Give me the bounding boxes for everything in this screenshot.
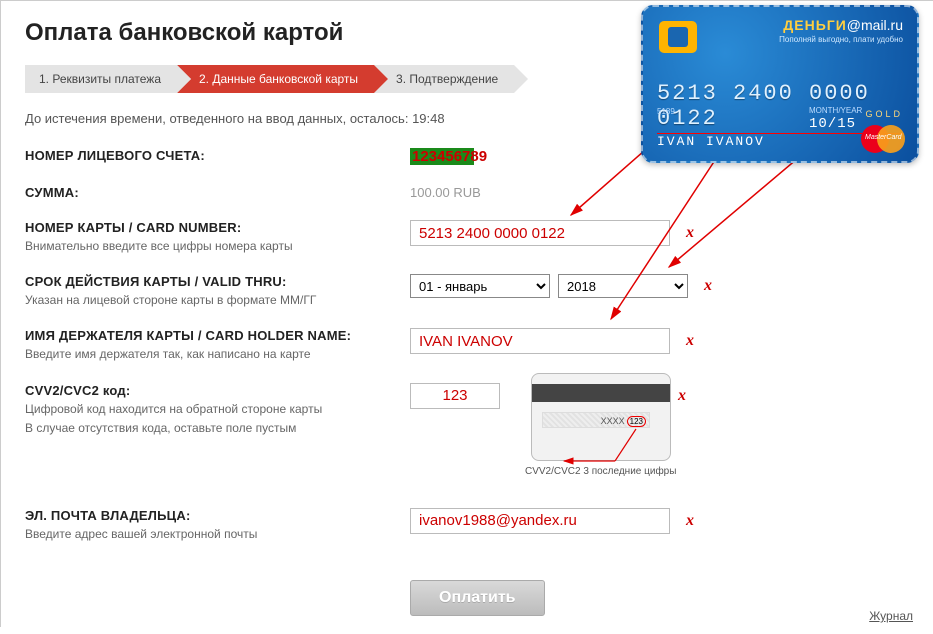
card-brand: ДЕНЬГИ@mail.ru [783,17,903,33]
clear-holder-icon[interactable]: x [686,332,694,350]
email-input[interactable] [410,508,670,534]
card-gold: GOLD [865,109,903,119]
valid-thru-hint: Указан на лицевой стороне карты в формат… [25,292,398,308]
cvv-input[interactable] [410,383,500,409]
chip-icon [659,21,697,53]
expiry-year-select[interactable]: 2018 [558,274,688,298]
signature-strip: XXXX123 [542,412,650,428]
card-row4: 5189 [657,107,675,116]
clear-email-icon[interactable]: x [686,512,694,530]
magstripe [532,384,670,402]
holder-input[interactable] [410,328,670,354]
holder-label: ИМЯ ДЕРЖАТЕЛЯ КАРТЫ / CARD HOLDER NAME: [25,328,398,343]
holder-hint: Введите имя держателя так, как написано … [25,346,398,362]
card-illustration-holder: IVAN IVANOV [657,134,765,149]
card-back-caption: CVV2/CVC2 3 последние цифры [525,466,676,477]
cvv-hint-2: В случае отсутствия кода, оставьте поле … [25,420,398,436]
amount-label: СУММА: [25,185,398,200]
cvv-label: CVV2/CVC2 код: [25,383,398,398]
card-number-input[interactable] [410,220,670,246]
card-number-label: НОМЕР КАРТЫ / CARD NUMBER: [25,220,398,235]
card-illustration-expiry: 10/15 [809,116,856,132]
account-value: 123456789 [410,148,489,165]
clear-card-number-icon[interactable]: x [686,224,694,242]
email-hint: Введите адрес вашей электронной почты [25,526,398,542]
clear-expiry-icon[interactable]: x [704,277,712,295]
email-label: ЭЛ. ПОЧТА ВЛАДЕЛЬЦА: [25,508,398,523]
card-back-illustration: XXXX123 [531,373,671,461]
card-front-illustration: ДЕНЬГИ@mail.ru Пополняй выгодно, плати у… [641,5,919,163]
pay-button[interactable]: Оплатить [410,580,545,616]
card-illustration-number: 5213 2400 0000 0122 [657,81,903,131]
mastercard-icon: MasterCard [861,125,905,153]
clear-cvv-icon[interactable]: x [678,387,686,405]
step-2-active: 2. Данные банковской карты [177,65,374,93]
step-3: 3. Подтверждение [374,65,514,93]
expiry-month-select[interactable]: 01 - январь [410,274,550,298]
account-label: НОМЕР ЛИЦЕВОГО СЧЕТА: [25,148,398,163]
card-number-hint: Внимательно введите все цифры номера кар… [25,238,398,254]
step-1: 1. Реквизиты платежа [25,65,177,93]
amount-value: 100.00 RUB [410,185,481,200]
cvv-hint-1: Цифровой код находится на обратной сторо… [25,401,398,417]
card-valid-label: MONTH/YEAR [809,107,862,115]
card-tagline: Пополняй выгодно, плати удобно [779,35,903,44]
valid-thru-label: СРОК ДЕЙСТВИЯ КАРТЫ / VALID THRU: [25,274,398,289]
journal-link[interactable]: Журнал [869,609,913,623]
